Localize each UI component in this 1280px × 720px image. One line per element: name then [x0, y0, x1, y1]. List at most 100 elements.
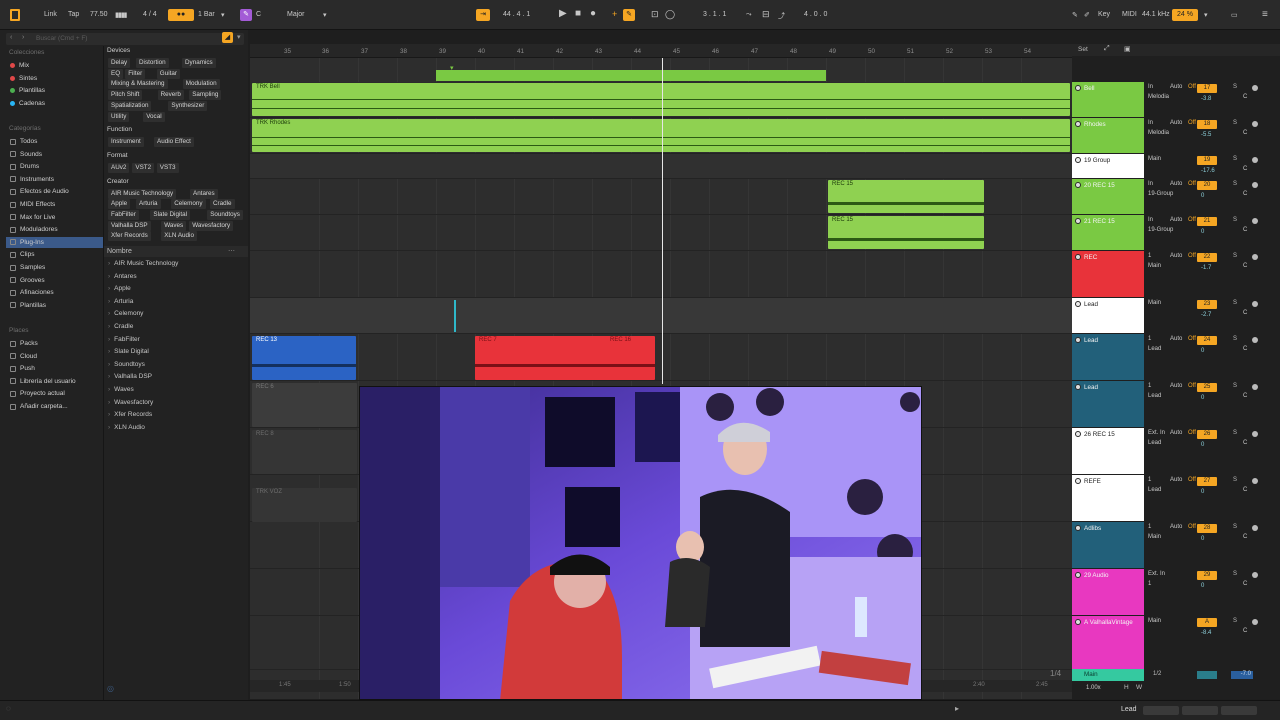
filter-group-label[interactable]: Creator: [107, 178, 129, 185]
volume-value[interactable]: -2.7: [1201, 312, 1211, 318]
category-item[interactable]: Instruments: [10, 174, 54, 185]
track-number[interactable]: 22: [1197, 253, 1217, 262]
monitor-auto[interactable]: Auto: [1170, 336, 1182, 342]
collection-item[interactable]: Mix: [10, 60, 29, 71]
main-routing[interactable]: 1/2: [1153, 671, 1161, 677]
monitor-off[interactable]: Off: [1188, 430, 1196, 436]
filter-chip[interactable]: Slate Digital: [150, 210, 190, 220]
arm-button[interactable]: [1252, 525, 1258, 531]
filter-chip[interactable]: Guitar: [156, 68, 180, 79]
overdub-icon[interactable]: +: [612, 9, 617, 19]
key-map-button[interactable]: Key: [1098, 11, 1110, 18]
audio-clip[interactable]: REC 7 REC 16: [475, 336, 655, 380]
collection-item[interactable]: Cadenas: [10, 98, 45, 109]
plugin-folder-item[interactable]: FabFilter: [108, 336, 140, 343]
solo-button[interactable]: S: [1233, 618, 1237, 624]
fold-arrow-icon[interactable]: [1075, 301, 1081, 307]
category-item[interactable]: Samples: [10, 262, 45, 273]
track-header[interactable]: Bell: [1072, 82, 1144, 117]
fold-arrow-icon[interactable]: [1075, 337, 1081, 343]
monitor-auto[interactable]: Auto: [1170, 253, 1182, 259]
plugin-folder-item[interactable]: Wavesfactory: [108, 399, 153, 406]
tap-button[interactable]: Tap: [68, 11, 79, 18]
plugin-folder-item[interactable]: Cradle: [108, 323, 133, 330]
solo-button[interactable]: S: [1233, 300, 1237, 306]
help-icon[interactable]: ◎: [107, 684, 114, 693]
filter-chip[interactable]: Valhalla DSP: [108, 220, 151, 231]
volume-value[interactable]: 0: [1201, 348, 1204, 354]
arm-button[interactable]: [1252, 431, 1258, 437]
filter-chip[interactable]: Sampling: [189, 90, 222, 101]
track-lane-lead-group[interactable]: [250, 298, 1072, 334]
track-number[interactable]: 24: [1197, 336, 1217, 345]
category-item[interactable]: Efectos de Audio: [10, 186, 69, 197]
output-select[interactable]: 1: [1148, 581, 1151, 587]
arm-button[interactable]: [1252, 337, 1258, 343]
filter-chip[interactable]: AUv2: [108, 162, 130, 173]
track-number[interactable]: 19: [1197, 156, 1217, 165]
pan-c[interactable]: C: [1243, 263, 1247, 269]
loop-length-field[interactable]: 4 . 0 . 0: [804, 11, 827, 18]
follow-button[interactable]: ⇥: [476, 9, 490, 21]
solo-button[interactable]: S: [1233, 156, 1237, 162]
monitor-auto[interactable]: Auto: [1170, 84, 1182, 90]
pan-c[interactable]: C: [1243, 628, 1247, 634]
pan-c[interactable]: C: [1243, 487, 1247, 493]
filter-group-label[interactable]: Function: [107, 126, 132, 133]
filter-chip[interactable]: VST2: [132, 162, 155, 173]
quantize-select[interactable]: 1 Bar: [198, 11, 215, 18]
pan-c[interactable]: C: [1243, 581, 1247, 587]
fold-arrow-icon[interactable]: [1075, 121, 1081, 127]
output-select[interactable]: Main: [1148, 534, 1161, 540]
loop-toggle-icon[interactable]: ⊟: [762, 9, 770, 20]
input-select[interactable]: In: [1148, 120, 1153, 126]
place-item[interactable]: Proyecto actual: [10, 388, 65, 399]
input-select[interactable]: Main: [1148, 156, 1161, 162]
filter-chip[interactable]: Filter: [125, 68, 146, 79]
output-select[interactable]: Melodia: [1148, 130, 1169, 136]
main-volume-value[interactable]: -7.0: [1231, 671, 1253, 679]
filter-chip[interactable]: Cradle: [210, 199, 235, 210]
output-select[interactable]: Lead: [1148, 393, 1161, 399]
place-item[interactable]: Añadir carpeta...: [10, 401, 68, 412]
track-header[interactable]: REC: [1072, 251, 1144, 297]
pan-c[interactable]: C: [1243, 227, 1247, 233]
input-select[interactable]: 1: [1148, 383, 1151, 389]
filter-chip[interactable]: Modulation: [182, 79, 220, 90]
collection-item[interactable]: Plantillas: [10, 85, 45, 96]
device-view-toggle[interactable]: [1182, 706, 1218, 715]
input-select[interactable]: In: [1148, 217, 1153, 223]
input-select[interactable]: Ext. In: [1148, 430, 1165, 436]
monitor-off[interactable]: Off: [1188, 383, 1196, 389]
filter-chip[interactable]: Instrument: [108, 137, 144, 148]
more-options-icon[interactable]: ⋯: [228, 247, 235, 255]
chevron-down-icon[interactable]: ▾: [237, 33, 241, 41]
tempo-field[interactable]: 77.50: [90, 11, 108, 18]
track-number[interactable]: 18: [1197, 120, 1217, 129]
plugin-folder-item[interactable]: Celemony: [108, 310, 143, 317]
time-signature-field[interactable]: 4 / 4: [143, 11, 157, 18]
collection-item[interactable]: Sintes: [10, 73, 37, 84]
audio-clip[interactable]: TRK Bell: [252, 83, 1070, 116]
set-button[interactable]: Set: [1078, 46, 1088, 53]
track-lane-rec15-a[interactable]: REC 15: [250, 179, 1072, 215]
category-item[interactable]: Sounds: [10, 149, 42, 160]
automation-arm-button[interactable]: ✎: [623, 9, 635, 21]
output-select[interactable]: Main: [1148, 263, 1161, 269]
track-header[interactable]: 21 REC 15: [1072, 215, 1144, 250]
audio-clip[interactable]: REC 15: [828, 216, 984, 249]
track-lane-bell[interactable]: TRK Bell: [250, 82, 1072, 118]
filter-chip[interactable]: Wavesfactory: [189, 220, 234, 231]
track-number[interactable]: 29: [1197, 571, 1217, 580]
fold-arrow-icon[interactable]: [1075, 254, 1081, 260]
monitor-off[interactable]: Off: [1188, 336, 1196, 342]
zoom-level[interactable]: 1.00x: [1086, 685, 1101, 691]
filter-chip[interactable]: Xfer Records: [108, 231, 151, 242]
filter-chip[interactable]: FabFilter: [108, 210, 139, 220]
fold-arrow-icon[interactable]: [1075, 85, 1081, 91]
arm-button[interactable]: [1252, 572, 1258, 578]
play-icon[interactable]: ▶: [559, 8, 567, 19]
loop-icon[interactable]: ⤳: [746, 11, 752, 19]
solo-button[interactable]: S: [1233, 430, 1237, 436]
plugin-folder-item[interactable]: Antares: [108, 273, 136, 280]
